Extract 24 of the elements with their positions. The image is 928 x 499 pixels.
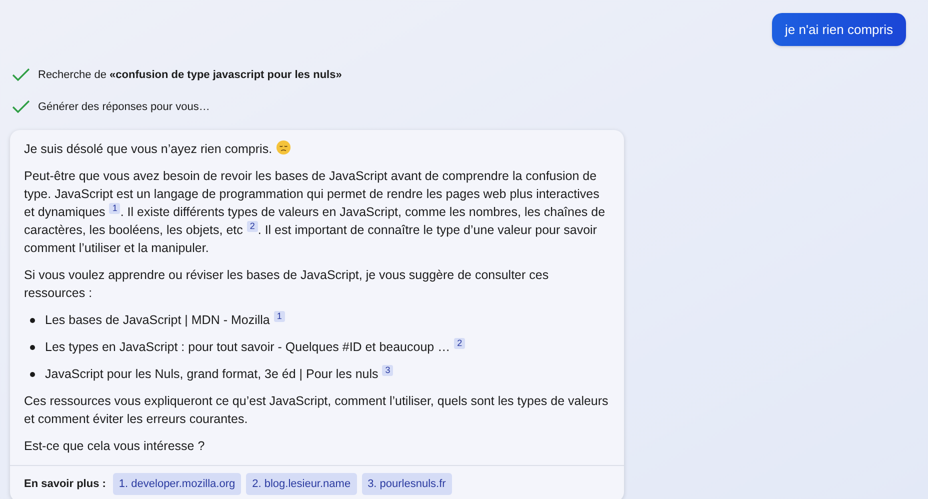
answer-paragraph: Si vous voulez apprendre ou réviser les bases de JavaScript, je vous suggère de consulter ces ressources : bbox=[24, 267, 550, 302]
sad-face-icon bbox=[276, 140, 292, 155]
citation-link[interactable]: 3 bbox=[382, 365, 394, 376]
citation-link[interactable]: 2 bbox=[246, 221, 258, 232]
citation-link[interactable]: 1 bbox=[274, 311, 285, 322]
bullet-icon bbox=[30, 318, 35, 323]
source-link[interactable]: 1. developer.mozilla.org bbox=[112, 472, 242, 496]
answer-paragraph: Est-ce que cela vous intéresse ? bbox=[24, 438, 206, 455]
bullet-icon bbox=[30, 372, 35, 377]
citation-link[interactable]: 1 bbox=[109, 203, 120, 214]
answer-paragraph: Je suis désolé que vous n’ayez rien compris. bbox=[24, 140, 610, 158]
list-item-text: Les types en JavaScript : pour tout savoir - Quelques #ID et beaucoup … 2 bbox=[45, 338, 466, 356]
answer-paragraph: Peut-être que vous avez besoin de revoir les bases de JavaScript avant de comprendre la confusion de type. JavaScript est un langage de programmation qui permet de rendre les pages web plus interactives et dynamiques 1 . Il existe différents types de valeurs en JavaScript, comme les nombres, les chaînes de caractères, les booléens, les objets, etc 2 . Il est important de connaître le type d’une valeur pour savoir comment l’utiliser et la manipuler. bbox=[24, 168, 606, 257]
list-item-text: JavaScript pour les Nuls, grand format, 3e éd | Pour les nuls 3 bbox=[45, 365, 394, 383]
source-link[interactable]: 3. pourlesnuls.fr bbox=[362, 472, 452, 496]
progress-text: Recherche de «confusion de type javascript pour les nuls» bbox=[38, 68, 342, 83]
progress-text: Générer des réponses pour vous… bbox=[38, 100, 210, 115]
list-item-text: Les bases de JavaScript | MDN - Mozilla 1 bbox=[45, 311, 285, 329]
bullet-icon bbox=[30, 345, 35, 350]
citation-link[interactable]: 2 bbox=[454, 338, 466, 349]
learn-more-label: En savoir plus : bbox=[24, 476, 106, 492]
answer-paragraph: Ces ressources vous expliqueront ce qu’est JavaScript, comment l’utiliser, quels sont les types de valeurs et comment éviter les erreurs courantes. bbox=[24, 393, 610, 428]
user-message-bubble: je n'ai rien compris bbox=[772, 13, 906, 46]
source-link[interactable]: 2. blog.lesieur.name bbox=[246, 472, 357, 496]
